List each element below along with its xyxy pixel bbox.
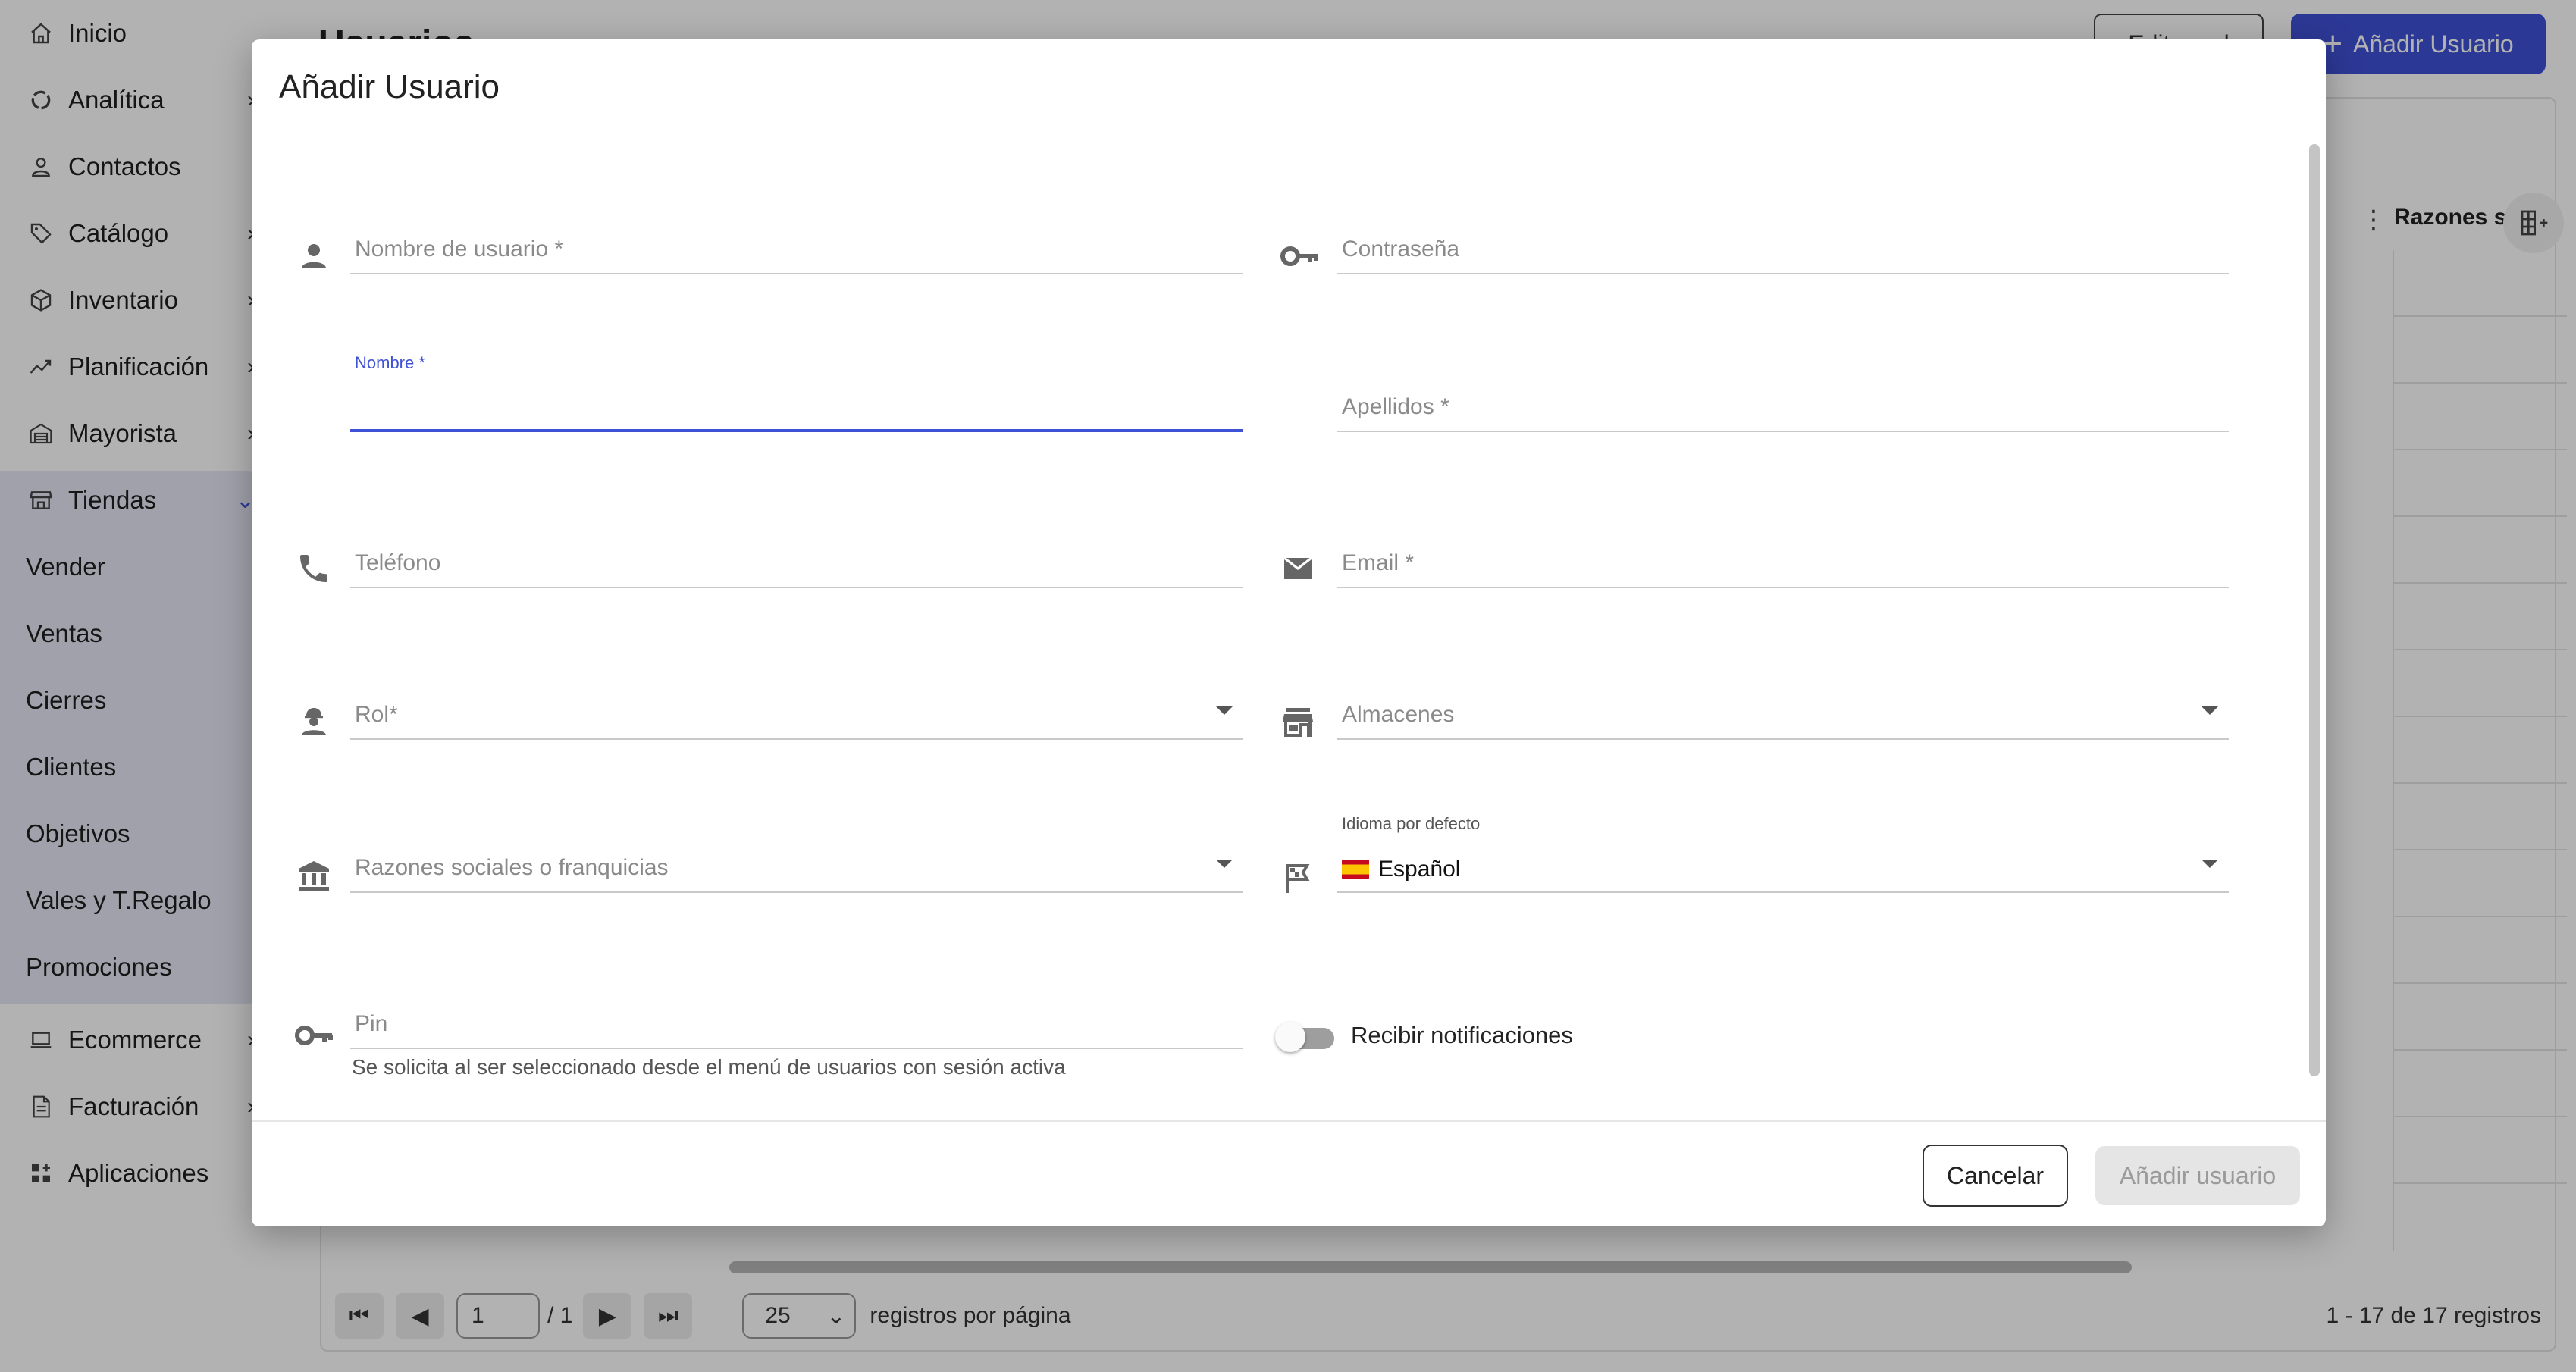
first-name-field[interactable]: Nombre * — [350, 353, 1243, 432]
warehouses-select[interactable]: Almacenes — [1337, 687, 2229, 740]
person-icon — [296, 238, 332, 274]
dropdown-arrow-icon — [2202, 706, 2218, 715]
language-label: Idioma por defecto — [1342, 814, 1481, 833]
dialog-divider — [252, 1120, 2326, 1122]
dialog-title: Añadir Usuario — [279, 68, 500, 105]
add-user-dialog: Añadir Usuario Nombre de usuario * Contr… — [252, 39, 2326, 1226]
flag-icon — [1280, 860, 1316, 896]
pin-field[interactable]: Pin — [350, 996, 1243, 1049]
store-icon — [1280, 703, 1316, 740]
phone-icon — [296, 550, 332, 587]
email-field[interactable]: Email * — [1337, 535, 2229, 588]
last-name-field[interactable]: Apellidos * — [1337, 379, 2229, 432]
key-icon — [294, 1017, 333, 1054]
phone-field[interactable]: Teléfono — [350, 535, 1243, 588]
pin-hint: Se solicita al ser seleccionado desde el… — [352, 1055, 1066, 1079]
cancel-button[interactable]: Cancelar — [1923, 1145, 2068, 1207]
dropdown-arrow-icon — [1216, 706, 1233, 715]
key-icon — [1280, 238, 1318, 274]
bank-icon — [296, 858, 332, 894]
dropdown-arrow-icon — [2202, 860, 2218, 868]
worker-icon — [296, 703, 332, 740]
email-icon — [1280, 550, 1316, 587]
companies-select[interactable]: Razones sociales o franquicias — [350, 840, 1243, 893]
dropdown-arrow-icon — [1216, 860, 1233, 868]
first-name-label: Nombre * — [355, 353, 425, 372]
notifications-toggle[interactable] — [1275, 1020, 1336, 1054]
spain-flag-icon — [1342, 860, 1369, 879]
username-field[interactable]: Nombre de usuario * — [350, 221, 1243, 274]
role-select[interactable]: Rol* — [350, 687, 1243, 740]
dialog-scrollbar[interactable] — [2309, 144, 2320, 1076]
language-select[interactable]: Idioma por defecto Español — [1337, 814, 2229, 893]
password-field[interactable]: Contraseña — [1337, 221, 2229, 274]
add-user-submit-button[interactable]: Añadir usuario — [2095, 1146, 2300, 1205]
notifications-label: Recibir notificaciones — [1351, 1022, 1573, 1048]
language-value: Español — [1378, 857, 1461, 882]
